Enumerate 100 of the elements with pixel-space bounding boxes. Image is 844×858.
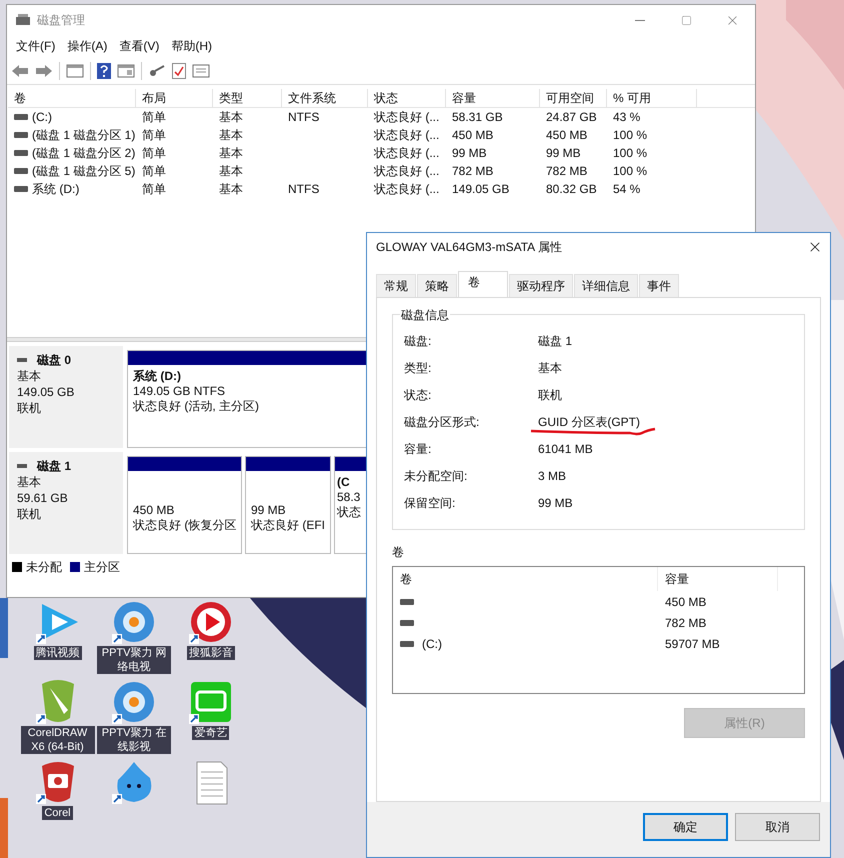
dialog-button[interactable]: 确定 <box>643 813 728 841</box>
field-label: 磁盘: <box>404 332 432 350</box>
drive-icon <box>14 150 28 156</box>
tab[interactable]: 驱动程序 <box>509 274 573 297</box>
table-cell-text: 系统 (D:) <box>32 181 80 198</box>
column-header[interactable]: 卷 <box>8 89 136 107</box>
column-header[interactable]: 容量 <box>446 89 540 107</box>
table-cell-text: 基本 <box>219 181 243 198</box>
table-cell-text: 简单 <box>142 109 166 126</box>
forward-icon[interactable] <box>35 64 53 78</box>
disk-name: 磁盘 1 <box>37 458 72 474</box>
column-header[interactable]: 可用空间 <box>540 89 607 107</box>
menu-item[interactable]: 帮助(H) <box>165 37 218 55</box>
table-cell-text: (C:) <box>32 109 52 126</box>
disk-type: 基本 <box>17 368 42 384</box>
table-cell-text: 58.31 GB <box>452 109 503 126</box>
icon-label: PPTV聚力 在线影视 <box>97 726 172 754</box>
table-cell-text: 782 MB <box>664 614 706 632</box>
table-cell-text: 简单 <box>142 181 166 198</box>
group-title: 磁盘信息 <box>400 306 450 324</box>
partition-size: 99 MB <box>251 503 286 518</box>
window-icon[interactable] <box>192 64 210 78</box>
partition-size: 58.3 <box>337 490 360 505</box>
legend-label: 主分区 <box>84 559 120 576</box>
dialog-button[interactable]: 取消 <box>735 813 820 841</box>
icon-label: 腾讯视频 <box>34 646 82 660</box>
table-cell-text: 99 MB <box>546 145 581 162</box>
table-cell-text: NTFS <box>288 181 320 198</box>
column-header[interactable]: 类型 <box>213 89 282 107</box>
icon-label: 爱奇艺 <box>192 726 230 740</box>
column-header[interactable]: 布局 <box>136 89 213 107</box>
icon-label: CorelDRAW X6 (64-Bit) <box>20 726 94 754</box>
column-header[interactable]: 文件系统 <box>282 89 368 107</box>
disk-status: 联机 <box>17 506 42 522</box>
table-cell-text: 149.05 GB <box>452 181 510 198</box>
tab[interactable]: 事件 <box>639 274 679 297</box>
back-icon[interactable] <box>11 64 29 78</box>
partition-size: 450 MB <box>133 503 174 518</box>
drive-icon <box>400 640 414 646</box>
checklist-icon[interactable] <box>172 62 186 78</box>
partition-status: 状态良好 (EFI <box>251 518 325 533</box>
partition-status: 状态良好 (活动, 主分区) <box>133 399 259 414</box>
field-label: 容量: <box>404 440 432 458</box>
window-title: 磁盘管理 <box>37 12 85 29</box>
drive-icon <box>400 620 414 626</box>
drive-icon <box>14 186 28 192</box>
menu-item[interactable]: 文件(F) <box>10 37 62 55</box>
table-cell-text: 782 MB <box>452 163 494 180</box>
partition-size: 149.05 GB NTFS <box>133 384 226 399</box>
panel-icon[interactable] <box>117 64 135 78</box>
field-value: 磁盘 1 <box>538 334 572 348</box>
menu-item[interactable]: 查看(V) <box>113 37 166 55</box>
table-cell-text: 基本 <box>219 163 243 180</box>
partition-label: 系统 (D:) <box>133 369 181 384</box>
table-cell-text: 状态良好 (... <box>374 109 440 126</box>
table-cell-text: 100 % <box>613 127 648 144</box>
table-cell-text: (磁盘 1 磁盘分区 2) <box>32 145 136 162</box>
column-header[interactable]: 状态 <box>368 89 446 107</box>
tab[interactable]: 卷 <box>458 271 508 297</box>
column-header[interactable]: % 可用 <box>607 89 697 107</box>
table-cell-text: 状态良好 (... <box>374 181 440 198</box>
field-value: 联机 <box>538 388 562 402</box>
table-cell-text: 54 % <box>613 181 640 198</box>
field-value: GUID 分区表(GPT) <box>538 414 640 428</box>
disk-type: 基本 <box>17 474 42 490</box>
table-cell-text: 状态良好 (... <box>374 127 440 144</box>
table-cell-text: 基本 <box>219 127 243 144</box>
maximize-icon <box>680 14 692 26</box>
tab[interactable]: 详细信息 <box>574 274 638 297</box>
partition-block[interactable]: 450 MB 状态良好 (恢复分区 <box>127 456 242 554</box>
table-cell-text: 450 MB <box>664 594 706 610</box>
help-icon[interactable] <box>97 62 111 78</box>
table-cell-text: 基本 <box>219 145 243 162</box>
table-cell-text: 简单 <box>142 163 166 180</box>
disk-size: 149.05 GB <box>17 384 76 400</box>
field-value: 99 MB <box>538 496 573 510</box>
menu-item[interactable]: 操作(A) <box>61 37 114 55</box>
disk-name: 磁盘 0 <box>37 352 72 368</box>
field-label: 保留空间: <box>404 494 456 512</box>
table-cell-text: 99 MB <box>452 145 487 162</box>
disk-status: 联机 <box>17 400 42 416</box>
partition-status: 状态 <box>337 505 361 520</box>
column-header[interactable]: 卷 <box>393 567 658 591</box>
tab[interactable]: 常规 <box>376 274 416 297</box>
icon-label: 搜狐影音 <box>186 646 235 660</box>
drive-icon <box>14 168 28 174</box>
icon-label: PPTV聚力 网络电视 <box>97 646 172 674</box>
legend-label: 未分配 <box>26 559 62 576</box>
tab[interactable]: 策略 <box>417 274 457 297</box>
field-value: 61041 MB <box>538 442 593 456</box>
table-cell-text: (C:) <box>422 636 442 652</box>
table-cell-text: 状态良好 (... <box>374 145 440 162</box>
table-cell-text: 简单 <box>142 145 166 162</box>
section-label: 卷 <box>392 544 405 561</box>
column-header[interactable]: 容量 <box>658 567 778 591</box>
partition-block[interactable]: 99 MB 状态良好 (EFI <box>245 456 331 554</box>
table-cell-text: 59707 MB <box>664 636 720 652</box>
panel-icon[interactable] <box>66 64 84 78</box>
field-value: 3 MB <box>538 468 566 482</box>
icon-label: Corel <box>42 806 73 820</box>
